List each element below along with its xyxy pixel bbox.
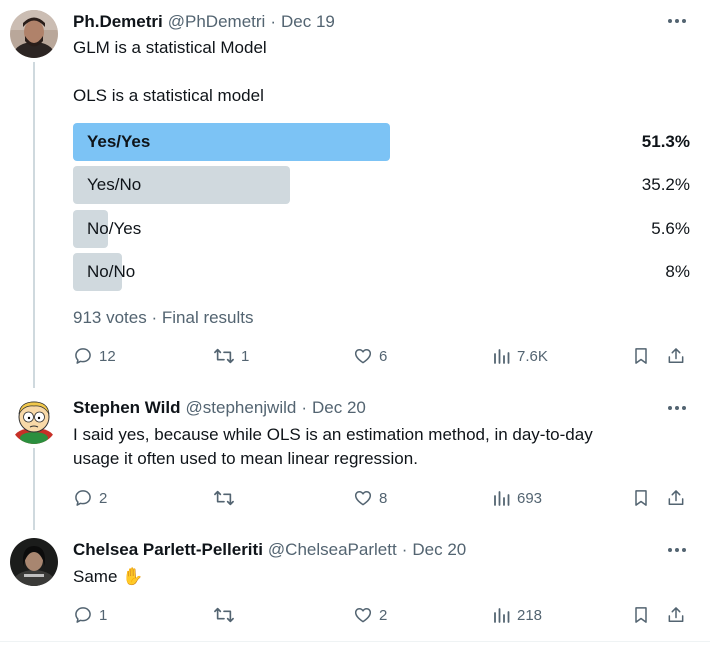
like-count: 6 [379,347,388,365]
retweet-button[interactable]: 1 [213,345,249,367]
views-icon [493,489,511,507]
heart-icon [353,346,373,366]
views-count: 693 [517,489,543,507]
reply-icon [73,605,93,625]
share-icon [666,605,686,625]
separator: · [401,540,408,559]
author-name[interactable]: Chelsea Parlett-Pelleriti [73,540,263,560]
more-options-icon[interactable] [666,11,688,31]
author-handle[interactable]: @PhDemetri [168,12,266,32]
tweet-text-line: OLS is a statistical model [73,86,264,105]
avatar[interactable] [10,396,58,444]
tweet-header: Ph.Demetri @PhDemetri · Dec 19 [73,11,335,33]
separator: · [301,398,308,417]
reply-button[interactable]: 12 [73,345,116,367]
author-handle[interactable]: @stephenjwild [186,398,297,418]
poll-footer: 913 votes · Final results [73,308,254,328]
views-count: 218 [517,606,543,624]
tweet-text-line: I said yes, because while OLS is an esti… [73,425,593,444]
heart-icon [353,488,373,508]
bookmark-button[interactable] [631,345,651,367]
share-icon [666,488,686,508]
tweet-text-line: GLM is a statistical Model [73,38,267,57]
views-button[interactable]: 218 [493,604,542,626]
like-count: 8 [379,489,388,507]
separator: · [270,12,276,31]
thread-line [33,448,35,530]
retweet-icon [213,346,235,366]
poll-option-percent: 8% [665,262,690,281]
bottom-divider [0,641,710,642]
like-button[interactable]: 2 [353,604,387,626]
heart-icon [353,605,373,625]
separator: · [151,308,158,327]
share-button[interactable] [666,487,686,509]
views-count: 7.6K [517,347,548,365]
views-button[interactable]: 7.6K [493,345,548,367]
reply-button[interactable]: 2 [73,487,107,509]
poll-option-label: Yes/Yes [87,132,151,151]
share-button[interactable] [666,345,686,367]
poll-votes: 913 votes [73,308,147,327]
reply-button[interactable]: 1 [73,604,107,626]
avatar[interactable] [10,10,58,58]
avatar[interactable] [10,538,58,586]
reply-count: 12 [99,347,116,365]
tweet-date[interactable]: Dec 19 [281,12,335,32]
reply-icon [73,488,93,508]
reply-icon [73,346,93,366]
bookmark-icon [631,488,651,508]
retweet-icon [213,488,235,508]
author-name[interactable]: Ph.Demetri [73,12,163,32]
share-button[interactable] [666,604,686,626]
author-name[interactable]: Stephen Wild [73,398,181,418]
share-icon [666,346,686,366]
tweet-header: Stephen Wild @stephenjwild · Dec 20 [73,397,366,419]
poll-option-label: Yes/No [87,175,142,194]
views-button[interactable]: 693 [493,487,542,509]
poll-option-percent: 5.6% [651,219,690,238]
reply-count: 2 [99,489,108,507]
bookmark-icon [631,346,651,366]
views-icon [493,606,511,624]
author-handle[interactable]: @ChelseaParlett [268,540,397,560]
tweet-header: Chelsea Parlett-Pelleriti @ChelseaParlet… [73,539,466,561]
poll-status: Final results [161,308,254,327]
views-icon [493,347,511,365]
bookmark-icon [631,605,651,625]
retweet-icon [213,605,235,625]
bookmark-button[interactable] [631,604,651,626]
poll-option-percent: 35.2% [641,175,690,194]
more-options-icon[interactable] [666,540,688,560]
poll-option-label: No/Yes [87,219,142,238]
poll-option-label: No/No [87,262,136,281]
poll-option-percent: 51.3% [641,132,690,151]
tweet-date[interactable]: Dec 20 [312,398,366,418]
more-options-icon[interactable] [666,398,688,418]
tweet-text-line: Same ✋ [73,567,144,586]
tweet-text-line: usage it often used to mean linear regre… [73,449,418,468]
thread-line [33,62,35,388]
tweet-date[interactable]: Dec 20 [412,540,466,560]
retweet-button[interactable] [213,487,235,509]
retweet-button[interactable] [213,604,235,626]
like-button[interactable]: 6 [353,345,387,367]
bookmark-button[interactable] [631,487,651,509]
like-button[interactable]: 8 [353,487,387,509]
like-count: 2 [379,606,388,624]
retweet-count: 1 [241,347,250,365]
reply-count: 1 [99,606,108,624]
